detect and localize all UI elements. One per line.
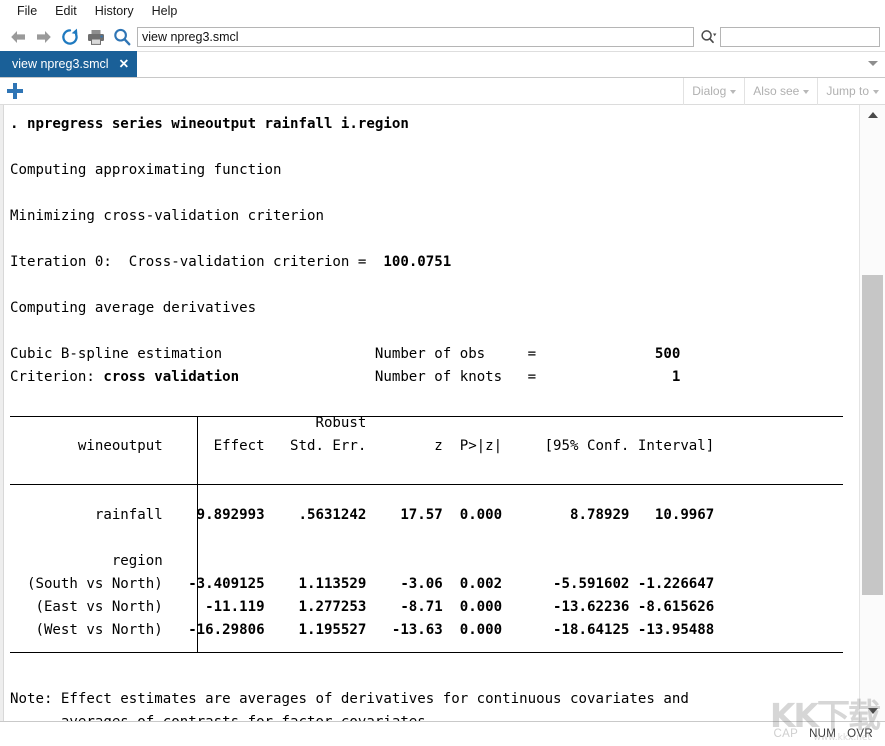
chevron-up-icon	[867, 112, 878, 118]
dialog-menu-label: Dialog	[692, 84, 727, 98]
table-rule-top	[10, 416, 843, 417]
address-input[interactable]	[137, 26, 694, 47]
arrow-right-icon	[37, 30, 51, 43]
tab-view-npreg3[interactable]: view npreg3.smcl ✕	[0, 51, 138, 77]
search-input[interactable]	[720, 26, 880, 47]
subbar-menu-group: Dialog Also see Jump to	[683, 77, 885, 105]
viewer-subbar: Dialog Also see Jump to	[0, 77, 885, 105]
status-badge-cap: CAP	[773, 728, 799, 740]
jump-to-menu-label: Jump to	[826, 84, 869, 98]
back-button[interactable]	[5, 24, 31, 50]
menu-item-history[interactable]: History	[86, 2, 143, 20]
tab-strip-filler	[137, 51, 885, 77]
caret-down-icon	[803, 90, 810, 94]
plus-icon[interactable]	[6, 82, 24, 100]
smcl-output-text: . npregress series wineoutput rainfall i…	[10, 116, 715, 721]
menu-item-edit[interactable]: Edit	[46, 2, 86, 20]
print-button[interactable]	[83, 24, 109, 50]
scroll-thumb[interactable]	[862, 275, 883, 595]
menu-bar: File Edit History Help	[0, 0, 885, 22]
tab-strip: view npreg3.smcl ✕	[0, 51, 885, 78]
table-rule-header	[10, 484, 843, 485]
menu-item-help[interactable]: Help	[143, 2, 187, 20]
dialog-menu[interactable]: Dialog	[683, 77, 744, 105]
table-rule-bottom	[10, 652, 843, 653]
chevron-down-icon[interactable]	[868, 61, 878, 66]
vertical-scrollbar[interactable]	[859, 105, 885, 721]
toolbar	[0, 22, 885, 52]
arrow-left-icon	[11, 30, 25, 43]
tab-label: view npreg3.smcl	[12, 57, 109, 71]
chevron-down-icon	[867, 708, 878, 714]
address-bar	[137, 26, 694, 47]
jump-to-menu[interactable]: Jump to	[817, 77, 885, 105]
scroll-down-button[interactable]	[860, 701, 885, 721]
refresh-icon	[62, 28, 78, 45]
scroll-up-button[interactable]	[860, 105, 885, 125]
menu-item-file[interactable]: File	[8, 2, 46, 20]
status-badge-ovr: OVR	[847, 728, 873, 740]
magnifier-dropdown-icon[interactable]	[700, 28, 717, 46]
status-badge-num: NUM	[809, 728, 837, 740]
refresh-button[interactable]	[57, 24, 83, 50]
table-vertical-divider	[197, 416, 198, 653]
caret-down-icon	[730, 90, 737, 94]
search-bar	[700, 26, 880, 47]
stata-viewer-window: File Edit History Help view npreg3.smcl …	[0, 0, 885, 746]
smcl-output-pane[interactable]: . npregress series wineoutput rainfall i…	[0, 105, 859, 721]
also-see-menu-label: Also see	[753, 84, 800, 98]
caret-down-icon	[873, 90, 879, 94]
printer-icon	[88, 29, 104, 45]
forward-button[interactable]	[31, 24, 57, 50]
also-see-menu[interactable]: Also see	[744, 77, 817, 105]
magnifier-icon	[114, 28, 131, 45]
find-button[interactable]	[109, 24, 135, 50]
close-icon[interactable]: ✕	[119, 58, 129, 71]
status-bar: CAP NUM OVR	[0, 722, 885, 746]
viewer-body: . npregress series wineoutput rainfall i…	[0, 105, 885, 722]
